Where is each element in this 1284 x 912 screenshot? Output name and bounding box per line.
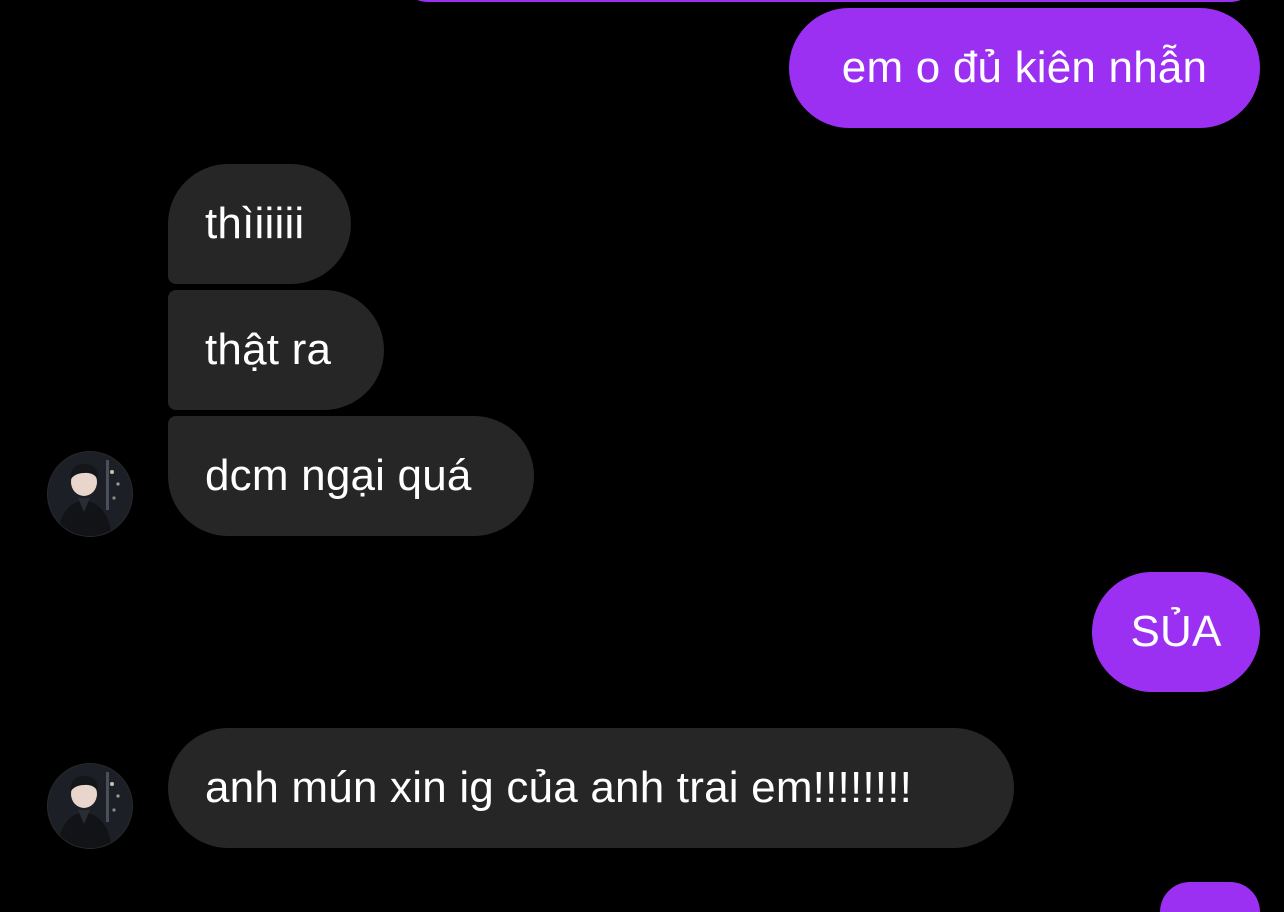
message-text: thật ra [205, 325, 332, 374]
message-text: SỦA [1130, 607, 1222, 656]
incoming-message-bubble[interactable]: thật ra [168, 290, 384, 410]
message-text: em o đủ kiên nhẫn [841, 43, 1208, 92]
contact-avatar[interactable] [48, 764, 132, 848]
next-message-bubble[interactable] [1160, 882, 1260, 912]
incoming-message-bubble[interactable]: dcm ngại quá [168, 416, 534, 536]
outgoing-message-bubble[interactable]: em o đủ kiên nhẫn [789, 8, 1260, 128]
outgoing-message-bubble[interactable]: SỦA [1092, 572, 1260, 692]
incoming-message-bubble[interactable]: thìiiiii [168, 164, 351, 284]
message-text: anh mún xin ig của anh trai em!!!!!!!! [205, 763, 913, 812]
contact-avatar[interactable] [48, 452, 132, 536]
incoming-message-bubble[interactable]: anh mún xin ig của anh trai em!!!!!!!! [168, 728, 1014, 848]
message-text: dcm ngại quá [205, 451, 472, 500]
message-text: thìiiiii [205, 199, 305, 248]
chat-thread: em o đủ kiên nhẫn thìiiiii thật ra dcm n… [0, 0, 1284, 912]
person-photo-avatar-icon [48, 452, 132, 536]
previous-message-bubble[interactable] [398, 0, 1260, 2]
person-photo-avatar-icon [48, 764, 132, 848]
